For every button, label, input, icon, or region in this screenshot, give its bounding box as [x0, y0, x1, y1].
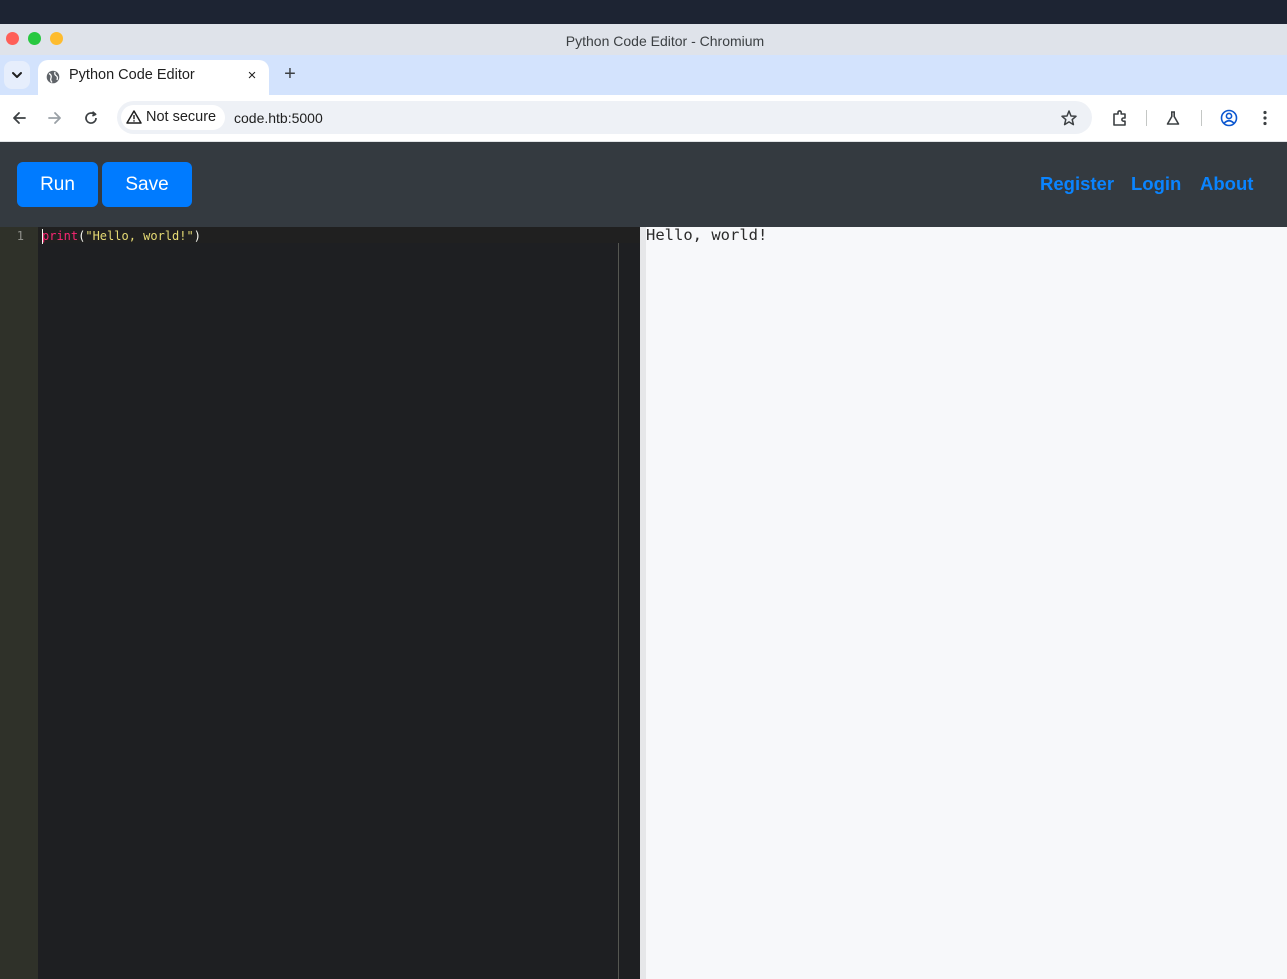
- text-cursor: [42, 229, 43, 244]
- extensions-button[interactable]: [1110, 108, 1130, 128]
- toolbar-divider: [1201, 110, 1202, 126]
- more-menu-button[interactable]: [1255, 108, 1275, 128]
- tab-title: Python Code Editor: [69, 67, 195, 83]
- star-icon[interactable]: [1060, 109, 1078, 127]
- code-token-string: "Hello, world!": [85, 229, 194, 243]
- security-label[interactable]: Not secure: [146, 109, 216, 125]
- code-line[interactable]: print("Hello, world!"): [42, 229, 201, 243]
- url-text[interactable]: code.htb:5000: [234, 110, 323, 126]
- profile-icon: [1220, 109, 1238, 127]
- run-button[interactable]: Run: [17, 162, 98, 207]
- reload-button[interactable]: [81, 108, 101, 128]
- about-link[interactable]: About: [1200, 173, 1253, 195]
- more-vert-icon: [1263, 110, 1267, 126]
- editor-gutter: [0, 227, 38, 979]
- extensions-icon: [1113, 110, 1126, 126]
- window-title: Python Code Editor - Chromium: [565, 33, 765, 49]
- save-button[interactable]: Save: [102, 162, 192, 207]
- back-button[interactable]: [9, 108, 29, 128]
- register-link[interactable]: Register: [1040, 173, 1114, 195]
- tab-list-icon: [12, 72, 22, 78]
- forward-button[interactable]: [45, 108, 65, 128]
- back-arrow-icon: [13, 112, 26, 124]
- login-link[interactable]: Login: [1131, 173, 1181, 195]
- warning-triangle-icon: [126, 110, 142, 124]
- print-margin: [618, 243, 619, 979]
- line-number: 1: [16, 229, 24, 243]
- toolbar-divider: [1146, 110, 1147, 126]
- output-text: Hello, world!: [646, 226, 768, 244]
- code-token-paren: ): [193, 229, 201, 243]
- tab-active[interactable]: Python Code Editor ×: [38, 60, 269, 95]
- tab-list-button[interactable]: [4, 61, 30, 89]
- code-editor[interactable]: [0, 227, 640, 979]
- labs-flask-icon: [1166, 111, 1180, 125]
- os-top-bar: [0, 0, 1287, 24]
- labs-button[interactable]: [1163, 108, 1183, 128]
- profile-button[interactable]: [1219, 108, 1239, 128]
- close-icon[interactable]: ×: [244, 67, 260, 85]
- reload-icon: [85, 111, 97, 124]
- code-token-function: print: [42, 229, 79, 243]
- plus-icon[interactable]: +: [280, 64, 300, 84]
- forward-arrow-icon: [48, 112, 61, 124]
- output-panel: [646, 227, 1287, 979]
- globe-icon: [46, 70, 60, 84]
